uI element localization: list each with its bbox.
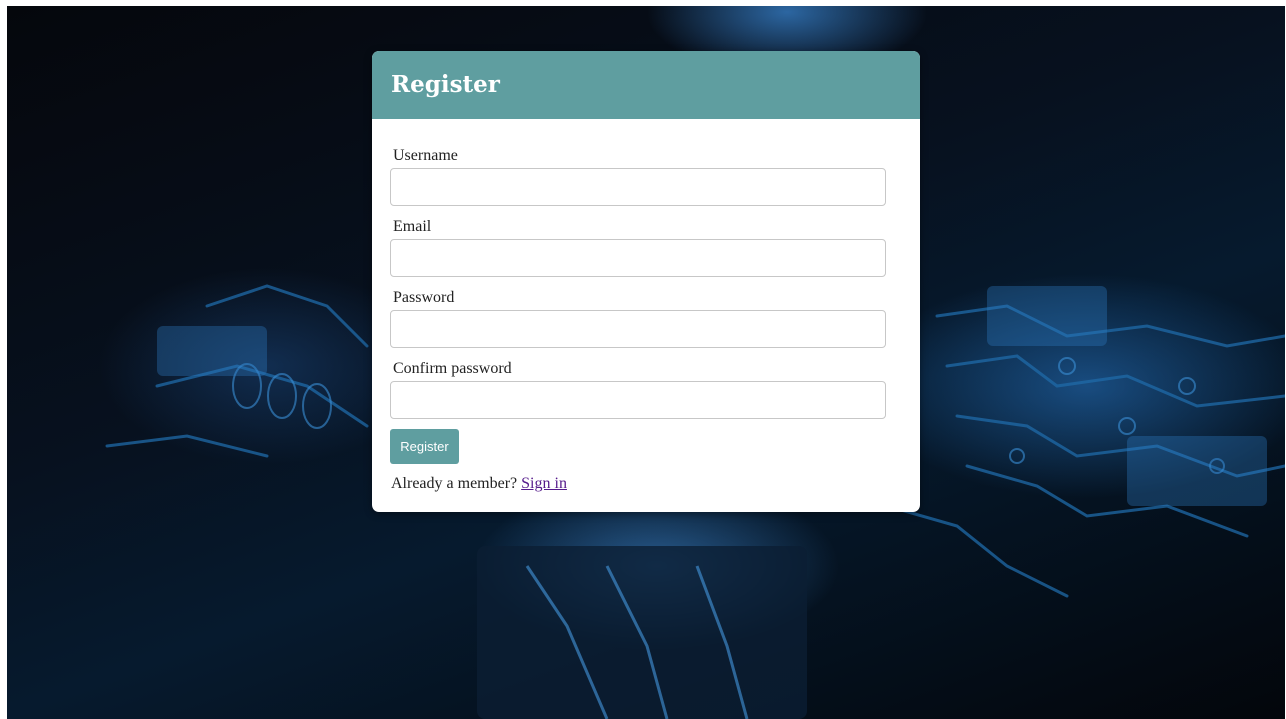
username-input[interactable] [390, 168, 886, 206]
register-card: Register Username Email Password Confirm… [372, 51, 920, 512]
confirm-password-label: Confirm password [393, 360, 512, 377]
card-header: Register [372, 51, 920, 119]
signin-link[interactable]: Sign in [521, 475, 567, 492]
page: Register Username Email Password Confirm… [0, 0, 1286, 719]
confirm-password-input[interactable] [390, 381, 886, 419]
password-label: Password [393, 289, 455, 306]
member-prompt-text: Already a member? [391, 475, 518, 492]
email-input[interactable] [390, 239, 886, 277]
register-form: Username Email Password Confirm password… [372, 119, 920, 493]
username-label: Username [393, 147, 458, 164]
card-title: Register [391, 70, 500, 98]
register-button[interactable]: Register [390, 429, 459, 464]
email-label: Email [393, 218, 432, 235]
password-input[interactable] [390, 310, 886, 348]
signin-prompt: Already a member? Sign in [391, 475, 886, 493]
